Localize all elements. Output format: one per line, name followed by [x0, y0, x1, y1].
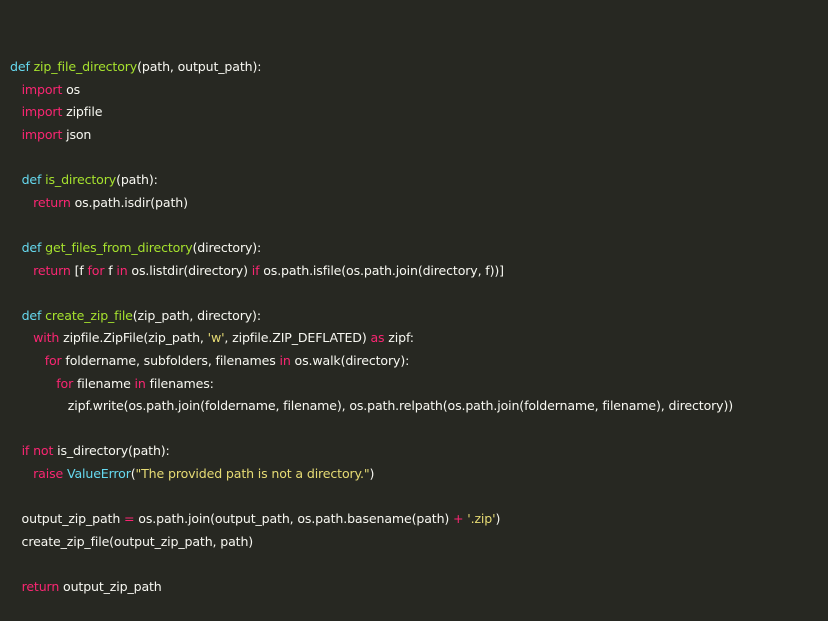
code-token: output_zip_path	[59, 578, 162, 594]
code-line: return [f for f in os.listdir(directory)…	[10, 260, 828, 283]
code-token: def	[21, 172, 46, 188]
code-token: os.path.join(output_path, os.path.basena…	[134, 511, 454, 527]
code-token: filename	[73, 375, 135, 391]
code-token: +	[453, 511, 464, 527]
code-token: in	[279, 352, 291, 368]
code-token: )	[495, 511, 501, 527]
code-token: import	[21, 104, 63, 120]
code-token: zipf.write(os.path.join(foldername, file…	[10, 398, 734, 414]
code-token: (directory):	[192, 239, 262, 255]
code-token: is_directory(path):	[53, 443, 170, 459]
code-token: os.walk(directory):	[290, 352, 410, 368]
code-token: for	[87, 262, 105, 278]
code-token: , zipfile.ZIP_DEFLATED)	[224, 330, 371, 346]
code-token: zip_file_directory	[33, 59, 138, 75]
code-token: )	[369, 465, 375, 481]
code-token: for	[56, 375, 74, 391]
code-block[interactable]: def zip_file_directory(path, output_path…	[10, 56, 828, 598]
code-token: zipf:	[384, 330, 414, 346]
code-line: for filename in filenames:	[10, 373, 828, 396]
code-token: json	[62, 126, 92, 142]
code-line: zipf.write(os.path.join(foldername, file…	[10, 395, 828, 418]
code-line: with zipfile.ZipFile(zip_path, 'w', zipf…	[10, 327, 828, 350]
code-line: return output_zip_path	[10, 576, 828, 599]
code-token: os.listdir(directory)	[127, 262, 252, 278]
code-token: 'w'	[207, 330, 225, 346]
code-token: (path):	[116, 172, 158, 188]
code-token: (zip_path, directory):	[132, 307, 261, 323]
code-token: [f	[70, 262, 88, 278]
code-line: def is_directory(path):	[10, 169, 828, 192]
code-token: output_zip_path	[10, 511, 125, 527]
code-token: "The provided path is not a directory."	[135, 465, 370, 481]
code-editor[interactable]: def zip_file_directory(path, output_path…	[0, 0, 828, 594]
code-token: raise	[33, 465, 64, 481]
code-line: create_zip_file(output_zip_path, path)	[10, 531, 828, 554]
code-line: import os	[10, 79, 828, 102]
code-token: f	[104, 262, 117, 278]
code-line: def zip_file_directory(path, output_path…	[10, 56, 828, 79]
code-token: in	[116, 262, 128, 278]
code-token: os	[62, 81, 81, 97]
code-token: def	[21, 239, 46, 255]
code-token: ValueError	[66, 465, 131, 481]
code-token: create_zip_file	[45, 307, 133, 323]
code-token: import	[21, 126, 63, 142]
code-token: (path, output_path):	[137, 59, 262, 75]
code-line: def get_files_from_directory(directory):	[10, 237, 828, 260]
code-token: import	[21, 81, 63, 97]
code-token: for	[44, 352, 62, 368]
code-token: return	[21, 578, 60, 594]
code-line: if not is_directory(path):	[10, 440, 828, 463]
code-line: output_zip_path = os.path.join(output_pa…	[10, 508, 828, 531]
code-token: if	[21, 443, 30, 459]
code-line: return os.path.isdir(path)	[10, 192, 828, 215]
code-token: def	[10, 59, 34, 75]
code-line: raise ValueError("The provided path is n…	[10, 463, 828, 486]
code-token: zipfile	[62, 104, 103, 120]
code-token: foldername, subfolders, filenames	[61, 352, 280, 368]
code-token: in	[134, 375, 146, 391]
code-token: def	[21, 307, 46, 323]
code-token: =	[124, 511, 135, 527]
code-token: filenames:	[145, 375, 214, 391]
code-token: with	[33, 330, 60, 346]
code-token: return	[33, 194, 71, 210]
code-line: for foldername, subfolders, filenames in…	[10, 350, 828, 373]
code-token: as	[370, 330, 385, 346]
code-line: def create_zip_file(zip_path, directory)…	[10, 305, 828, 328]
code-token: '.zip'	[467, 511, 496, 527]
code-line: import json	[10, 124, 828, 147]
code-token: get_files_from_directory	[45, 239, 193, 255]
code-token: create_zip_file(output_zip_path, path)	[10, 533, 254, 549]
code-token: is_directory	[45, 172, 117, 188]
code-token: os.path.isdir(path)	[70, 194, 188, 210]
code-token: os.path.isfile(os.path.join(directory, f…	[259, 262, 504, 278]
code-token: zipfile.ZipFile(zip_path,	[59, 330, 208, 346]
code-line: import zipfile	[10, 101, 828, 124]
code-token: return	[33, 262, 71, 278]
code-token: not	[33, 443, 54, 459]
